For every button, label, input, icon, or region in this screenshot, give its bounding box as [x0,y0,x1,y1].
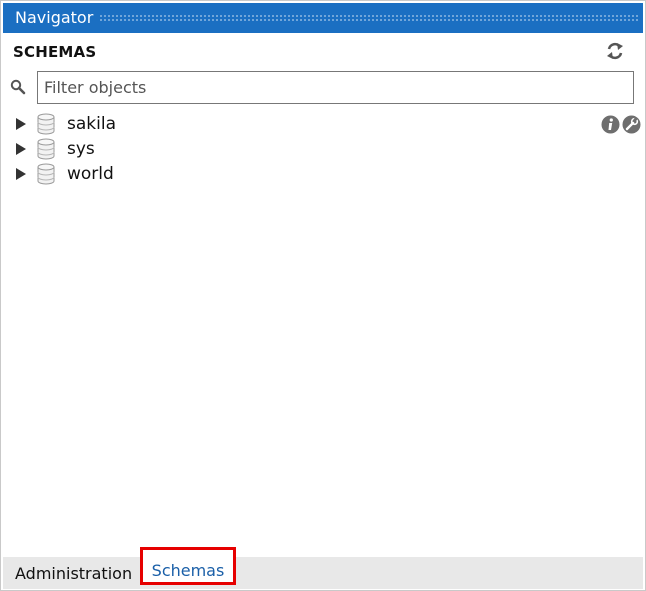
navigator-title: Navigator [15,8,94,27]
navigator-tab-bar: Administration Schemas [3,547,643,589]
tab-administration[interactable]: Administration [15,557,132,589]
database-icon [37,163,55,185]
expand-arrow-icon[interactable] [14,167,28,181]
navigator-panel: Navigator SCHEMAS sakila [0,0,646,591]
database-icon [37,113,55,135]
schema-row-world[interactable]: world [1,162,645,187]
titlebar-grip [99,14,639,22]
schema-label: world [67,164,114,184]
expand-arrow-icon[interactable] [14,117,28,131]
expand-arrow-icon[interactable] [14,142,28,156]
refresh-schemas-button[interactable] [603,40,627,62]
info-icon[interactable] [601,115,620,134]
refresh-icon [607,42,623,60]
schema-label: sys [67,139,95,159]
schema-row-sakila[interactable]: sakila [1,112,645,137]
navigator-titlebar: Navigator [3,3,643,33]
schema-row-sys[interactable]: sys [1,137,645,162]
schemas-section-header: SCHEMAS [13,43,97,61]
tab-schemas[interactable]: Schemas [140,547,236,585]
filter-objects-input[interactable] [37,71,634,104]
schema-row-actions [601,115,643,135]
wrench-icon[interactable] [622,115,641,134]
schema-label: sakila [67,114,116,134]
database-icon [37,138,55,160]
search-icon [10,79,26,95]
